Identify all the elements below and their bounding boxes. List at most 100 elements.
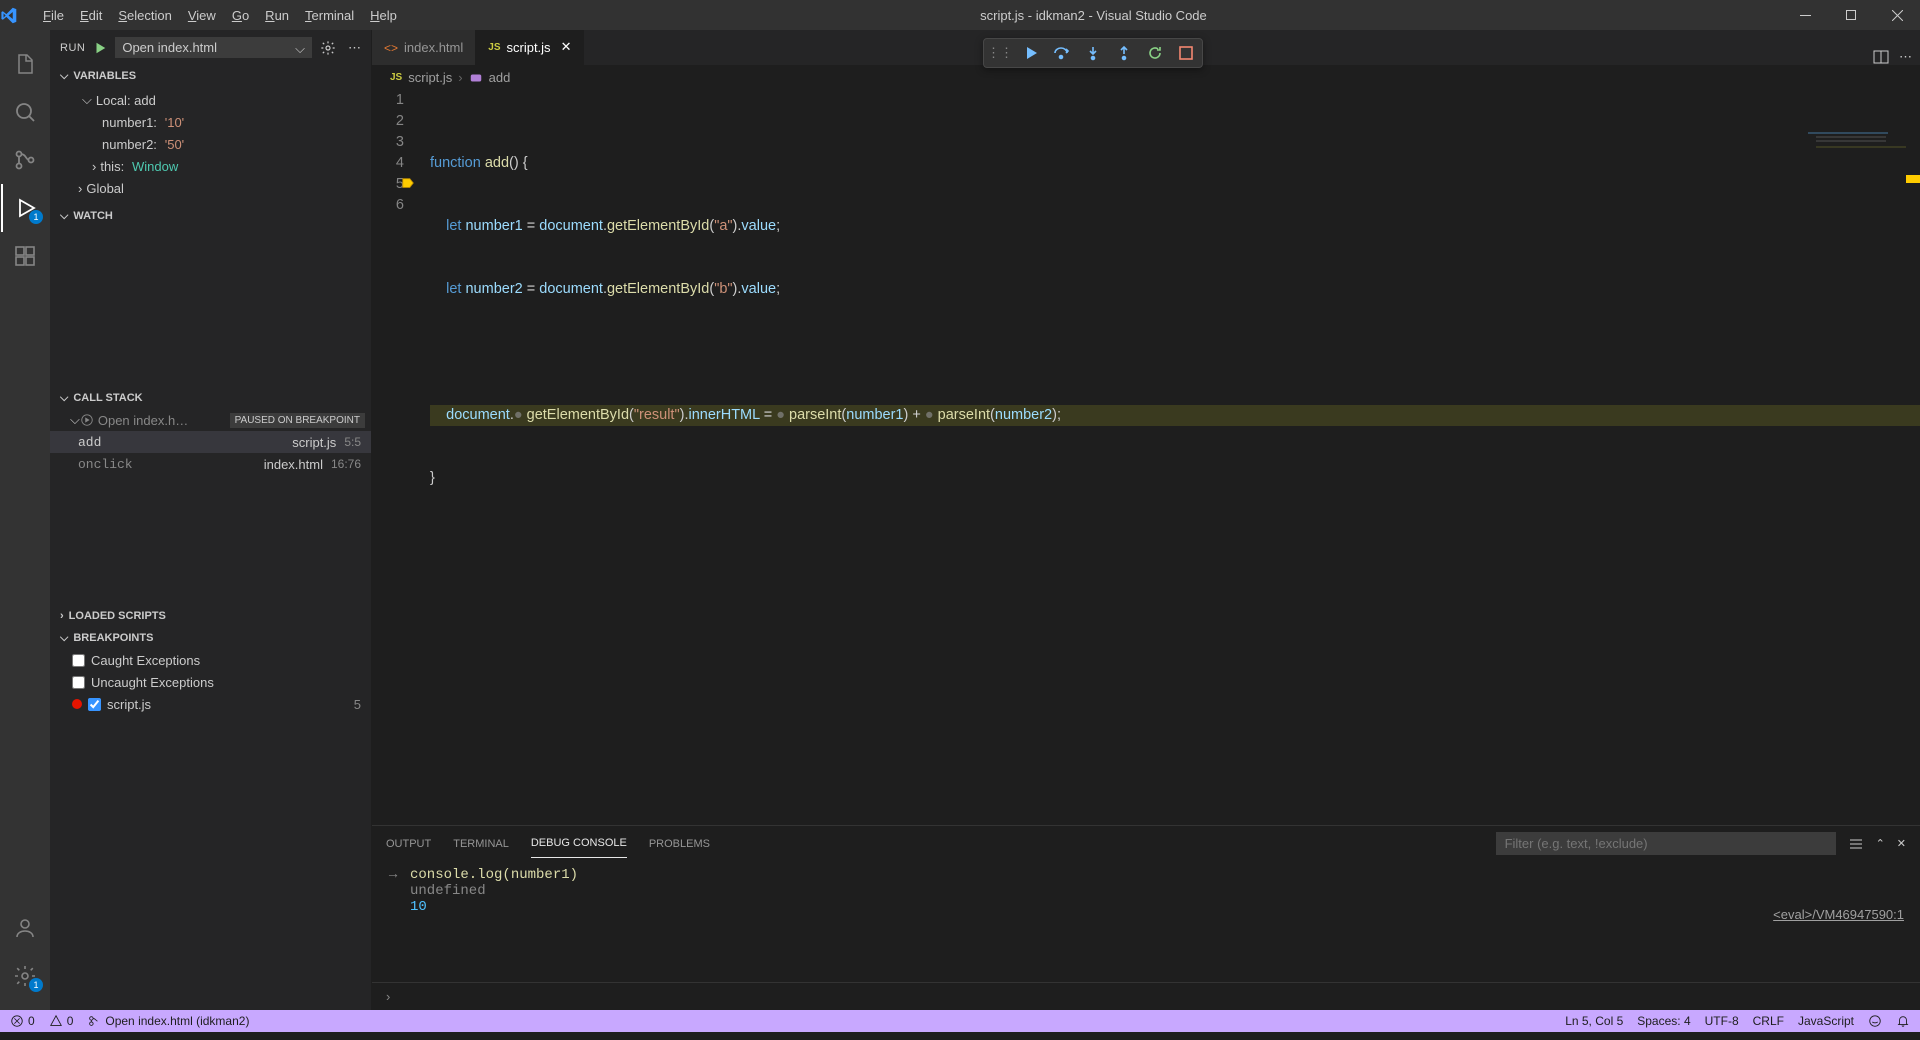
vscode-logo-icon [0, 7, 35, 24]
activity-search-icon[interactable] [1, 88, 49, 136]
status-encoding[interactable]: UTF-8 [1705, 1014, 1739, 1028]
debug-toolbar[interactable]: ⋮⋮ [983, 38, 1203, 68]
close-tab-icon[interactable]: ✕ [561, 39, 572, 55]
status-language[interactable]: JavaScript [1798, 1014, 1854, 1028]
panel-tab-debug-console[interactable]: DEBUG CONSOLE [531, 829, 627, 858]
gutter: 1 2 3 4 5 6 [372, 90, 430, 825]
scope-local[interactable]: ⌵Local: add [74, 89, 371, 111]
status-bell-icon[interactable] [1896, 1014, 1910, 1028]
menu-terminal[interactable]: Terminal [297, 4, 362, 27]
filter-settings-icon[interactable] [1848, 836, 1864, 852]
close-button[interactable] [1874, 0, 1920, 30]
menu-help[interactable]: Help [362, 4, 405, 27]
section-variables[interactable]: ⌵VARIABLES [50, 65, 371, 87]
bp-uncaught-checkbox[interactable] [72, 676, 85, 689]
status-eol[interactable]: CRLF [1753, 1014, 1784, 1028]
console-filter-input[interactable] [1496, 832, 1836, 855]
bp-file[interactable]: script.js 5 [50, 693, 371, 715]
step-over-button[interactable] [1052, 43, 1072, 63]
stop-button[interactable] [1176, 43, 1196, 63]
code-editor[interactable]: 1 2 3 4 5 6 function add() { let number1… [372, 90, 1920, 825]
bp-caught-checkbox[interactable] [72, 654, 85, 667]
callstack-frame[interactable]: onclick index.html 16:76 [50, 453, 371, 475]
status-bar: 0 0 Open index.html (idkman2) Ln 5, Col … [0, 1010, 1920, 1032]
var-row[interactable]: number1: '10' [74, 111, 371, 133]
drag-handle-icon[interactable]: ⋮⋮ [990, 43, 1010, 63]
debug-more-icon[interactable]: ⋯ [348, 40, 361, 56]
bp-caught[interactable]: Caught Exceptions [50, 649, 371, 671]
tab-label: index.html [404, 40, 463, 55]
repl-input[interactable]: › [372, 982, 1920, 1010]
tab-label: script.js [507, 40, 551, 55]
breadcrumb[interactable]: JS script.js › add [372, 65, 1920, 90]
tab-index-html[interactable]: <> index.html [372, 30, 476, 65]
tab-script-js[interactable]: JS script.js ✕ [476, 30, 584, 65]
step-into-button[interactable] [1083, 43, 1103, 63]
js-file-icon: JS [488, 42, 500, 53]
status-cursor[interactable]: Ln 5, Col 5 [1565, 1014, 1623, 1028]
close-panel-icon[interactable]: ✕ [1897, 837, 1906, 850]
panel-tab-problems[interactable]: PROBLEMS [649, 830, 710, 858]
console-source-link[interactable]: <eval>/VM46947590:1 [1773, 907, 1904, 922]
activity-explorer-icon[interactable] [1, 40, 49, 88]
console-value: 10 [386, 899, 1906, 915]
var-row[interactable]: ›this: Window [74, 155, 371, 177]
console-input-echo: console.log(number1) [410, 867, 578, 883]
var-row[interactable]: number2: '50' [74, 133, 371, 155]
continue-button[interactable] [1021, 43, 1041, 63]
run-label: RUN [60, 42, 85, 54]
debug-console-output[interactable]: →console.log(number1) undefined 10 <eval… [372, 861, 1920, 982]
section-watch[interactable]: ⌵WATCH [50, 205, 371, 227]
panel-tab-terminal[interactable]: TERMINAL [453, 830, 509, 858]
menu-file[interactable]: FFileile [35, 4, 72, 27]
bp-uncaught[interactable]: Uncaught Exceptions [50, 671, 371, 693]
section-callstack[interactable]: ⌵CALL STACK [50, 387, 371, 409]
menu-view[interactable]: View [180, 4, 224, 27]
editor-area: <> index.html JS script.js ✕ ⋯ JS script… [372, 30, 1920, 1010]
bp-file-checkbox[interactable] [88, 698, 101, 711]
more-actions-icon[interactable]: ⋯ [1899, 49, 1912, 65]
paused-badge: PAUSED ON BREAKPOINT [230, 413, 365, 428]
panel-tab-output[interactable]: OUTPUT [386, 830, 431, 858]
status-debug-target[interactable]: Open index.html (idkman2) [87, 1014, 249, 1028]
menu-run[interactable]: Run [257, 4, 297, 27]
activity-debug-icon[interactable]: 1 [1, 184, 49, 232]
collapse-panel-icon[interactable]: ⌃ [1876, 837, 1885, 850]
restart-button[interactable] [1145, 43, 1165, 63]
callstack-session[interactable]: ⌵ Open index.h… PAUSED ON BREAKPOINT [50, 409, 371, 431]
activity-settings-icon[interactable]: 1 [1, 952, 49, 1000]
html-file-icon: <> [384, 41, 398, 55]
section-breakpoints[interactable]: ⌵BREAKPOINTS [50, 627, 371, 649]
status-warnings[interactable]: 0 [49, 1014, 74, 1028]
js-file-icon: JS [390, 72, 402, 83]
breakpoint-dot-icon [72, 699, 82, 709]
menu-edit[interactable]: Edit [72, 4, 110, 27]
start-debug-button[interactable] [93, 41, 107, 55]
activity-bar: 1 1 [0, 30, 50, 1010]
debug-config-dropdown[interactable]: Open index.html ⌵ [115, 37, 312, 58]
menu-bar: FFileile Edit Selection View Go Run Term… [35, 4, 405, 27]
activity-scm-icon[interactable] [1, 136, 49, 184]
split-editor-icon[interactable] [1873, 49, 1889, 65]
debug-settings-icon[interactable] [320, 40, 336, 56]
window-title: script.js - idkman2 - Visual Studio Code [405, 8, 1782, 23]
execution-pointer-icon [401, 176, 415, 190]
menu-go[interactable]: Go [224, 4, 257, 27]
debug-sidebar: RUN Open index.html ⌵ ⋯ ⌵VARIABLES ⌵Loca… [50, 30, 372, 1010]
activity-accounts-icon[interactable] [1, 904, 49, 952]
step-out-button[interactable] [1114, 43, 1134, 63]
minimize-button[interactable] [1782, 0, 1828, 30]
section-loaded-scripts[interactable]: ›LOADED SCRIPTS [50, 605, 371, 627]
scope-global[interactable]: ›Global [74, 177, 371, 199]
title-bar: FFileile Edit Selection View Go Run Term… [0, 0, 1920, 30]
minimap[interactable] [1808, 90, 1908, 825]
bottom-panel: OUTPUT TERMINAL DEBUG CONSOLE PROBLEMS ⌃… [372, 825, 1920, 1010]
status-errors[interactable]: 0 [10, 1014, 35, 1028]
status-spaces[interactable]: Spaces: 4 [1637, 1014, 1690, 1028]
maximize-button[interactable] [1828, 0, 1874, 30]
status-feedback-icon[interactable] [1868, 1014, 1882, 1028]
menu-selection[interactable]: Selection [110, 4, 179, 27]
callstack-frame[interactable]: add script.js 5:5 [50, 431, 371, 453]
console-undefined: undefined [386, 883, 1906, 899]
activity-extensions-icon[interactable] [1, 232, 49, 280]
